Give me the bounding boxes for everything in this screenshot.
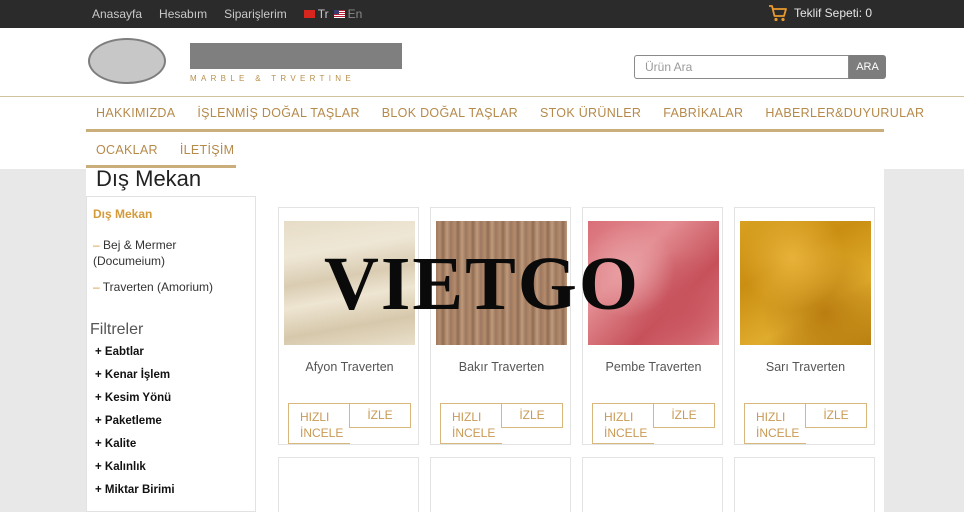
- search-input[interactable]: [634, 55, 849, 79]
- category-item[interactable]: – Bej & Mermer (Documeium): [93, 237, 243, 269]
- filter-edge-process[interactable]: + Kenar İşlem: [95, 369, 170, 381]
- product-image[interactable]: [588, 221, 719, 345]
- quote-cart[interactable]: Teklif Sepeti: 0: [768, 4, 872, 22]
- product-card[interactable]: Bakır Traverten HIZLI İNCELE İZLE: [430, 207, 571, 445]
- turkey-flag-icon: [303, 9, 315, 18]
- category-item-label: Traverten (Amorium): [102, 280, 214, 294]
- search-box: ARA: [634, 55, 886, 79]
- quick-view-button[interactable]: HIZLI İNCELE: [592, 403, 654, 444]
- category-item[interactable]: – Traverten (Amorium): [93, 279, 243, 295]
- nav-processed-stones[interactable]: İŞLENMİŞ DOĞAL TAŞLAR: [187, 106, 369, 120]
- dash-icon: –: [93, 280, 103, 294]
- lang-tr[interactable]: Tr: [303, 7, 329, 21]
- cart-label: Teklif Sepeti: 0: [794, 6, 873, 20]
- filter-eabtlar[interactable]: + Eabtlar: [95, 346, 144, 358]
- view-button[interactable]: İZLE: [805, 403, 867, 428]
- filter-cut-direction[interactable]: + Kesim Yönü: [95, 392, 171, 404]
- product-name[interactable]: Pembe Traverten: [583, 360, 724, 374]
- filter-thickness[interactable]: + Kalınlık: [95, 461, 146, 473]
- product-image[interactable]: [436, 221, 567, 345]
- view-button[interactable]: İZLE: [501, 403, 563, 428]
- shopping-cart-icon: [769, 5, 787, 22]
- nav-about[interactable]: HAKKIMIZDA: [86, 106, 185, 120]
- top-links: Anasayfa Hesabım Siparişlerim Tr En: [92, 7, 362, 21]
- product-card[interactable]: Afyon Traverten HIZLI İNCELE İZLE: [278, 207, 419, 445]
- category-sidebar: Dış Mekan – Bej & Mermer (Documeium) – T…: [86, 196, 256, 512]
- product-card[interactable]: Sarı Traverten HIZLI İNCELE İZLE: [734, 207, 875, 445]
- filters-title: Filtreler: [90, 321, 144, 338]
- search-button[interactable]: ARA: [849, 55, 886, 79]
- product-card[interactable]: [582, 457, 723, 512]
- view-button[interactable]: İZLE: [349, 403, 411, 428]
- account-link[interactable]: Hesabım: [159, 7, 207, 21]
- category-item-label: Bej & Mermer (Documeium): [93, 238, 177, 268]
- view-button[interactable]: İZLE: [653, 403, 715, 428]
- quick-view-button[interactable]: HIZLI İNCELE: [744, 403, 806, 444]
- nav-quarries[interactable]: OCAKLAR: [86, 143, 168, 157]
- product-card[interactable]: [430, 457, 571, 512]
- product-name[interactable]: Bakır Traverten: [431, 360, 572, 374]
- nav-factories[interactable]: FABRİKALAR: [653, 106, 753, 120]
- product-card[interactable]: Pembe Traverten HIZLI İNCELE İZLE: [582, 207, 723, 445]
- filter-quantity-unit[interactable]: + Miktar Birimi: [95, 484, 175, 496]
- nav-row-1: HAKKIMIZDA İŞLENMİŞ DOĞAL TAŞLAR BLOK DO…: [86, 97, 924, 132]
- category-title[interactable]: Dış Mekan: [93, 207, 152, 221]
- lang-en[interactable]: En: [333, 7, 363, 21]
- filter-quality[interactable]: + Kalite: [95, 438, 136, 450]
- product-card[interactable]: [734, 457, 875, 512]
- product-image[interactable]: [284, 221, 415, 345]
- top-bar: Anasayfa Hesabım Siparişlerim Tr En Tekl…: [0, 0, 964, 28]
- nav-row-2: OCAKLAR İLETİŞİM: [86, 135, 246, 165]
- nav-block-stones[interactable]: BLOK DOĞAL TAŞLAR: [372, 106, 528, 120]
- product-card[interactable]: [278, 457, 419, 512]
- nav-stock-products[interactable]: STOK ÜRÜNLER: [530, 106, 651, 120]
- logo-tagline: MARBLE & TRVERTINE: [190, 74, 355, 83]
- lang-tr-label: Tr: [317, 7, 329, 21]
- dash-icon: –: [93, 238, 104, 252]
- nav-contact[interactable]: İLETİŞİM: [170, 143, 245, 157]
- site-header: MARBLE & TRVERTINE ARA: [0, 28, 964, 96]
- product-image[interactable]: [740, 221, 871, 345]
- product-name[interactable]: Sarı Traverten: [735, 360, 876, 374]
- nav-news[interactable]: HABERLER&DUYURULAR: [755, 106, 934, 120]
- page-title: Dış Mekan: [96, 166, 202, 191]
- logo-emblem[interactable]: [88, 38, 166, 84]
- orders-link[interactable]: Siparişlerim: [224, 7, 287, 21]
- logo-wordmark[interactable]: [190, 43, 402, 69]
- lang-en-label: En: [347, 7, 363, 21]
- quick-view-button[interactable]: HIZLI İNCELE: [288, 403, 350, 444]
- quick-view-button[interactable]: HIZLI İNCELE: [440, 403, 502, 444]
- us-flag-icon: [333, 9, 345, 18]
- home-link[interactable]: Anasayfa: [92, 7, 142, 21]
- filter-packaging[interactable]: + Paketleme: [95, 415, 162, 427]
- product-name[interactable]: Afyon Traverten: [279, 360, 420, 374]
- main-nav: HAKKIMIZDA İŞLENMİŞ DOĞAL TAŞLAR BLOK DO…: [86, 97, 924, 169]
